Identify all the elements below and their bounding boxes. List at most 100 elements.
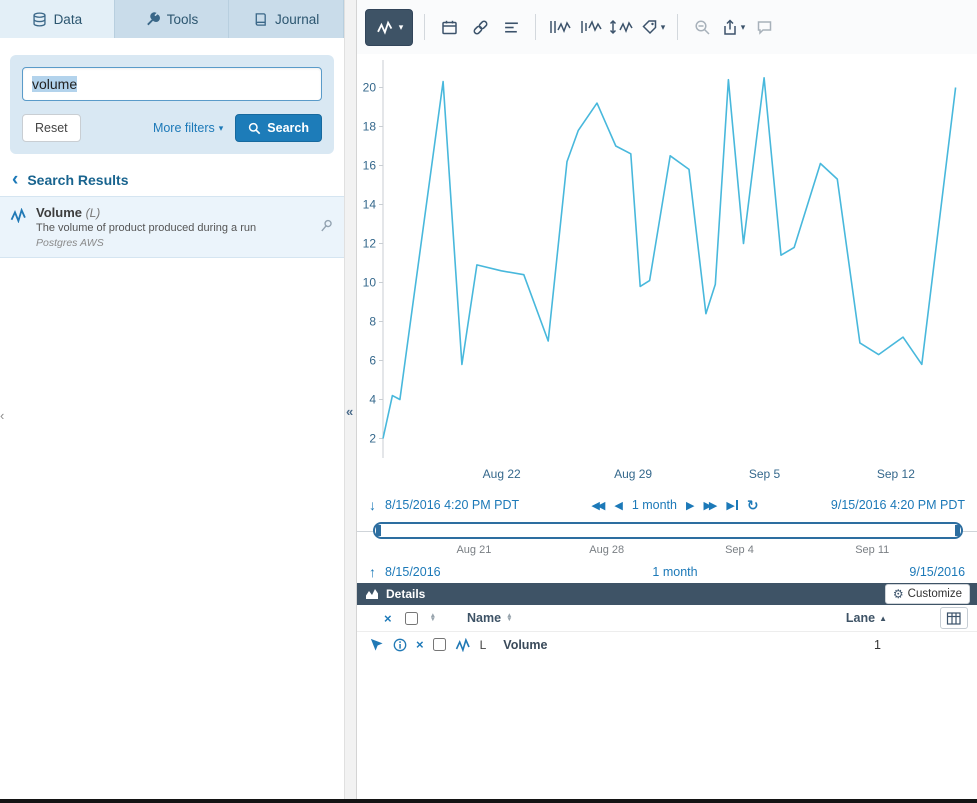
svg-text:4: 4: [369, 393, 376, 407]
details-title: Details: [386, 587, 425, 601]
svg-text:16: 16: [363, 159, 377, 173]
auto-arrange-icon: [609, 19, 635, 35]
name-column-header[interactable]: Name: [467, 611, 501, 625]
comment-icon: [756, 19, 773, 36]
svg-text:Sep 5: Sep 5: [749, 467, 781, 481]
link-capsule-button[interactable]: [467, 11, 493, 43]
remove-item-icon[interactable]: ×: [416, 637, 424, 652]
select-all-checkbox[interactable]: [405, 612, 418, 625]
details-empty-area: [357, 657, 977, 799]
item-name[interactable]: Volume: [503, 638, 547, 652]
workbench-app: Data Tools Journal: [0, 0, 977, 799]
add-column-button[interactable]: [940, 607, 968, 629]
lane-column-header[interactable]: Lane ▲: [846, 611, 887, 625]
one-lane-button[interactable]: [547, 11, 573, 43]
tab-data[interactable]: Data: [0, 0, 115, 38]
navigate-to-item-icon[interactable]: [369, 637, 384, 652]
collapse-left-edge-handle[interactable]: ‹: [0, 408, 4, 423]
journal-icon: [253, 12, 268, 27]
back-chevron-icon[interactable]: ‹: [12, 173, 18, 187]
customize-button[interactable]: ⚙ Customize: [885, 584, 970, 604]
sort-asc-icon: ▲: [879, 614, 887, 623]
search-input[interactable]: volume: [22, 67, 322, 101]
customize-label: Customize: [908, 588, 962, 600]
annotate-button[interactable]: [751, 11, 777, 43]
svg-text:8: 8: [369, 315, 376, 329]
remove-all-icon[interactable]: ×: [384, 611, 392, 626]
zoom-out-button[interactable]: [689, 11, 715, 43]
sidebar: Data Tools Journal: [0, 0, 344, 799]
range-handle-left[interactable]: [376, 525, 381, 536]
overview-range-capsule[interactable]: [373, 522, 963, 539]
sort-icon[interactable]: ▲▼: [430, 614, 436, 623]
more-filters-label: More filters: [153, 121, 215, 135]
link-icon: [472, 19, 489, 36]
overview-duration[interactable]: 1 month: [652, 565, 697, 579]
area-chart-icon: [365, 587, 379, 601]
range-start-datetime[interactable]: 8/15/2016 4:20 PM PDT: [385, 498, 519, 512]
svg-text:2: 2: [369, 432, 376, 446]
tab-tools[interactable]: Tools: [115, 0, 230, 38]
chevron-down-icon: ▾: [661, 22, 666, 33]
step-forward-button[interactable]: ▶: [686, 499, 694, 512]
step-to-now-button[interactable]: ▶: [726, 499, 737, 512]
range-end-datetime[interactable]: 9/15/2016 4:20 PM PDT: [831, 498, 965, 512]
trend-chart[interactable]: 2468101214161820Aug 22Aug 29Sep 5Sep 12: [357, 54, 975, 492]
signal-icon: [10, 205, 27, 249]
end-bar-icon: [736, 500, 738, 510]
collapse-sidebar-icon[interactable]: «: [346, 404, 353, 419]
signal-icon: [455, 638, 471, 652]
auto-update-icon[interactable]: ↻: [747, 497, 759, 514]
step-back-button[interactable]: ◀: [614, 499, 622, 512]
search-button[interactable]: Search: [235, 114, 322, 142]
search-results-title: Search Results: [27, 172, 128, 188]
collapse-range-up-icon[interactable]: ↑: [369, 564, 376, 580]
expand-range-down-icon[interactable]: ↓: [369, 497, 376, 513]
overview-tick-label: Sep 4: [725, 544, 754, 556]
samples-table-button[interactable]: [498, 11, 524, 43]
svg-text:Aug 22: Aug 22: [483, 467, 521, 481]
database-icon: [32, 12, 47, 27]
svg-text:14: 14: [363, 198, 377, 212]
tab-journal[interactable]: Journal: [229, 0, 344, 38]
chart-type-dropdown[interactable]: ▾: [365, 9, 413, 46]
pin-icon[interactable]: [318, 218, 334, 237]
calendar-icon: [441, 19, 458, 36]
more-filters-link[interactable]: More filters ▾: [153, 121, 223, 135]
line-chart-icon: [375, 20, 395, 35]
trend-pane: ▾: [357, 0, 977, 799]
overview-slider: [357, 521, 977, 543]
sidebar-tabbar: Data Tools Journal: [0, 0, 344, 38]
one-axis-button[interactable]: [578, 11, 604, 43]
range-duration[interactable]: 1 month: [632, 498, 677, 512]
auto-arrange-button[interactable]: [609, 11, 635, 43]
overview-start-date[interactable]: 8/15/2016: [385, 565, 441, 579]
panel-divider[interactable]: «: [344, 0, 357, 799]
item-letter: L: [480, 638, 487, 652]
overview-end-date[interactable]: 9/15/2016: [909, 565, 965, 579]
step-back-full-button[interactable]: ◀◀: [591, 499, 605, 512]
svg-text:Sep 12: Sep 12: [877, 467, 915, 481]
search-result-item[interactable]: Volume (L) The volume of product produce…: [0, 196, 344, 258]
export-button[interactable]: ▾: [720, 11, 746, 43]
wrench-icon: [145, 12, 160, 27]
zoom-out-icon: [694, 19, 711, 36]
item-checkbox[interactable]: [433, 638, 446, 651]
toolbar-separator: [677, 14, 678, 40]
trend-chart-area[interactable]: 2468101214161820Aug 22Aug 29Sep 5Sep 12: [357, 54, 977, 492]
bars-icon: [503, 19, 520, 36]
sort-icon[interactable]: ▲▼: [506, 614, 512, 623]
reset-button[interactable]: Reset: [22, 114, 81, 142]
one-axis-icon: [579, 19, 603, 35]
item-lane: 1: [874, 638, 881, 652]
range-handle-right[interactable]: [955, 525, 960, 536]
labels-button[interactable]: ▾: [640, 11, 666, 43]
item-info-icon[interactable]: [393, 638, 407, 652]
window-bottom-edge: [0, 799, 977, 803]
tab-journal-label: Journal: [275, 12, 319, 27]
overview-tick-label: Aug 28: [589, 544, 624, 556]
tag-icon: [641, 19, 658, 35]
date-range-button[interactable]: [436, 11, 462, 43]
result-source: Postgres AWS: [36, 237, 256, 249]
step-forward-full-button[interactable]: ▶▶: [703, 499, 717, 512]
